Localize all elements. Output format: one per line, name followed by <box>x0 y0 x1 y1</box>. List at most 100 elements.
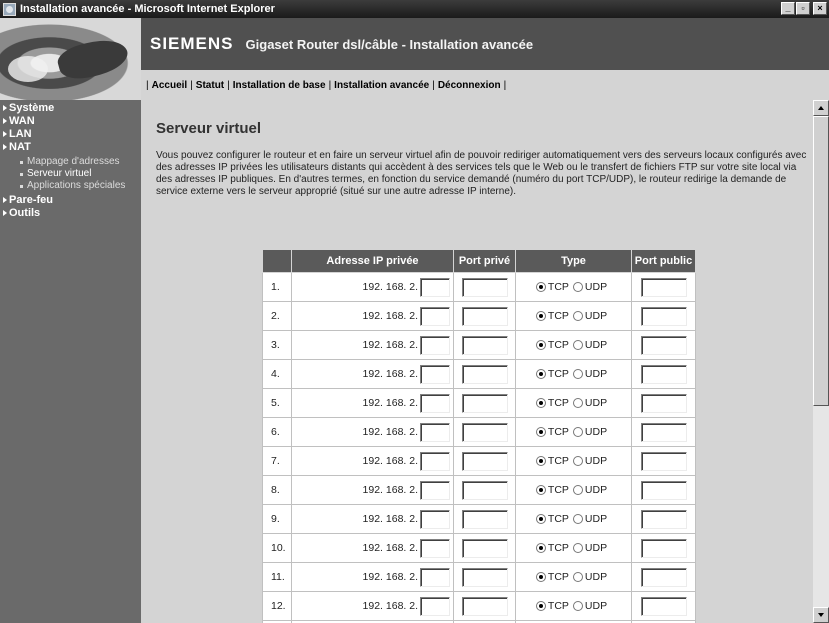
tcp-label: TCP <box>547 368 569 381</box>
sidebar-item-nat[interactable]: NAT <box>0 141 141 154</box>
tcp-radio[interactable] <box>535 427 546 438</box>
ip-prefix: 192. 168. 2. <box>362 425 418 438</box>
public-port-cell <box>631 272 696 302</box>
udp-radio[interactable] <box>572 543 583 554</box>
tcp-radio[interactable] <box>535 398 546 409</box>
sidebar-subitem-serveur-virtuel[interactable]: Serveur virtuel <box>0 168 141 180</box>
udp-radio[interactable] <box>572 311 583 322</box>
tcp-radio[interactable] <box>535 456 546 467</box>
internet-explorer-icon <box>3 2 16 16</box>
public-port-input[interactable] <box>640 393 687 413</box>
nav-separator: | <box>227 79 230 91</box>
window-title-bar[interactable]: Installation avancée - Microsoft Interne… <box>0 0 829 18</box>
udp-label: UDP <box>584 281 608 294</box>
private-port-input[interactable] <box>461 306 508 326</box>
sidebar-item-pare-feu[interactable]: Pare-feu <box>0 194 141 207</box>
ip-last-octet-input[interactable] <box>420 509 450 529</box>
ip-last-octet-input[interactable] <box>420 277 450 297</box>
tcp-radio[interactable] <box>535 601 546 612</box>
private-port-input[interactable] <box>461 596 508 616</box>
sidebar-subitem-mappage-adresses[interactable]: Mappage d'adresses <box>0 156 141 168</box>
udp-radio[interactable] <box>572 485 583 496</box>
public-port-input[interactable] <box>640 596 687 616</box>
private-port-cell <box>453 272 516 302</box>
private-port-input[interactable] <box>461 393 508 413</box>
public-port-input[interactable] <box>640 306 687 326</box>
public-port-input[interactable] <box>640 538 687 558</box>
udp-radio[interactable] <box>572 369 583 380</box>
public-port-input[interactable] <box>640 335 687 355</box>
public-port-input[interactable] <box>640 509 687 529</box>
tcp-radio[interactable] <box>535 311 546 322</box>
private-port-cell <box>453 330 516 360</box>
udp-radio[interactable] <box>572 340 583 351</box>
udp-label: UDP <box>584 455 608 468</box>
ip-last-octet-input[interactable] <box>420 596 450 616</box>
nav-installation-de-base[interactable]: Installation de base <box>233 80 326 91</box>
close-button[interactable]: × <box>813 2 827 15</box>
ip-prefix: 192. 168. 2. <box>362 454 418 467</box>
tcp-radio[interactable] <box>535 485 546 496</box>
public-port-input[interactable] <box>640 422 687 442</box>
ip-last-octet-input[interactable] <box>420 335 450 355</box>
scroll-down-icon[interactable] <box>813 607 829 623</box>
nav-separator: | <box>190 79 193 91</box>
main-content: Serveur virtuel Vous pouvez configurer l… <box>141 100 813 623</box>
private-ip-cell: 192. 168. 2. <box>291 301 454 331</box>
row-number: 11. <box>262 562 292 592</box>
private-port-input[interactable] <box>461 335 508 355</box>
private-port-input[interactable] <box>461 509 508 529</box>
sidebar-item-systeme[interactable]: Système <box>0 102 141 115</box>
tcp-radio[interactable] <box>535 369 546 380</box>
nav-accueil[interactable]: Accueil <box>152 80 188 91</box>
maximize-button[interactable]: ▫ <box>796 2 810 15</box>
ip-last-octet-input[interactable] <box>420 480 450 500</box>
nav-statut[interactable]: Statut <box>196 80 224 91</box>
private-port-input[interactable] <box>461 538 508 558</box>
sidebar-subitem-applications-speciales[interactable]: Applications spéciales <box>0 180 141 192</box>
private-ip-cell: 192. 168. 2. <box>291 562 454 592</box>
udp-radio[interactable] <box>572 514 583 525</box>
public-port-input[interactable] <box>640 364 687 384</box>
udp-radio[interactable] <box>572 456 583 467</box>
udp-radio[interactable] <box>572 398 583 409</box>
udp-radio[interactable] <box>572 572 583 583</box>
private-port-input[interactable] <box>461 277 508 297</box>
udp-radio[interactable] <box>572 282 583 293</box>
ip-last-octet-input[interactable] <box>420 422 450 442</box>
public-port-input[interactable] <box>640 277 687 297</box>
scroll-up-icon[interactable] <box>813 100 829 116</box>
ip-last-octet-input[interactable] <box>420 393 450 413</box>
nav-installation-avancee[interactable]: Installation avancée <box>334 80 429 91</box>
public-port-input[interactable] <box>640 451 687 471</box>
ip-last-octet-input[interactable] <box>420 306 450 326</box>
tcp-radio[interactable] <box>535 543 546 554</box>
private-port-input[interactable] <box>461 567 508 587</box>
tcp-radio[interactable] <box>535 282 546 293</box>
private-ip-cell: 192. 168. 2. <box>291 446 454 476</box>
vertical-scrollbar[interactable] <box>813 100 829 623</box>
tcp-radio[interactable] <box>535 340 546 351</box>
public-port-input[interactable] <box>640 567 687 587</box>
ip-last-octet-input[interactable] <box>420 567 450 587</box>
tcp-radio[interactable] <box>535 514 546 525</box>
tcp-radio[interactable] <box>535 572 546 583</box>
scrollbar-thumb[interactable] <box>813 116 829 406</box>
nav-deconnexion[interactable]: Déconnexion <box>438 80 501 91</box>
ip-last-octet-input[interactable] <box>420 538 450 558</box>
private-port-input[interactable] <box>461 480 508 500</box>
udp-radio[interactable] <box>572 601 583 612</box>
sidebar-item-wan[interactable]: WAN <box>0 115 141 128</box>
private-ip-cell: 192. 168. 2. <box>291 272 454 302</box>
private-port-input[interactable] <box>461 364 508 384</box>
sidebar-item-outils[interactable]: Outils <box>0 207 141 220</box>
udp-radio[interactable] <box>572 427 583 438</box>
sidebar-item-lan[interactable]: LAN <box>0 128 141 141</box>
public-port-input[interactable] <box>640 480 687 500</box>
ip-last-octet-input[interactable] <box>420 451 450 471</box>
row-number: 8. <box>262 475 292 505</box>
private-port-input[interactable] <box>461 451 508 471</box>
ip-last-octet-input[interactable] <box>420 364 450 384</box>
private-port-input[interactable] <box>461 422 508 442</box>
minimize-button[interactable]: _ <box>781 2 795 15</box>
